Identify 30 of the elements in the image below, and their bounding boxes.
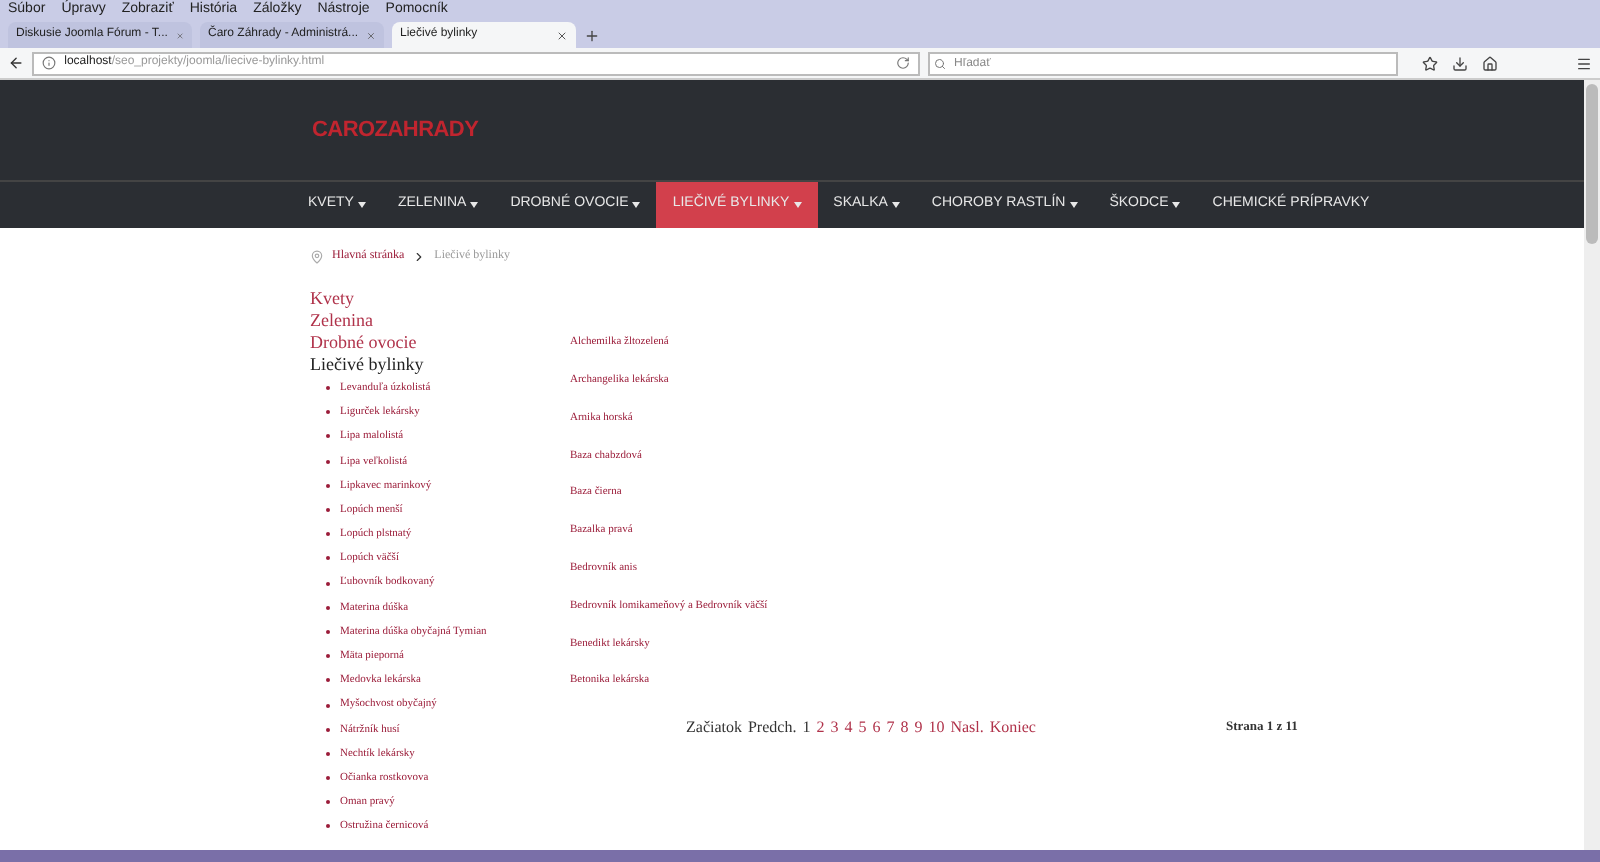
download-icon[interactable]	[1452, 55, 1468, 71]
star-icon[interactable]	[1422, 55, 1438, 71]
reload-icon[interactable]	[896, 56, 910, 70]
pagination-link[interactable]: 2	[816, 715, 825, 740]
pagination-link[interactable]: 3	[830, 715, 839, 740]
pagination-link[interactable]: Koniec	[989, 715, 1036, 740]
category-link[interactable]: Drobné ovocie	[310, 332, 570, 354]
chevron-icon	[412, 249, 427, 263]
pagination-link[interactable]: 6	[872, 715, 881, 740]
pagination-link[interactable]: 9	[914, 715, 923, 740]
pagination-link: Začiatok	[686, 715, 742, 740]
category-link[interactable]: Liečivé bylinky	[310, 354, 570, 376]
pagination-link[interactable]: 10	[928, 715, 945, 740]
pagination-link[interactable]: 7	[886, 715, 895, 740]
pagination-link[interactable]: Nasl.	[950, 715, 984, 740]
pagination-link: 1	[802, 715, 811, 740]
menu-icon[interactable]	[1576, 55, 1592, 71]
pagination-link[interactable]: 4	[844, 715, 853, 740]
info-icon	[42, 56, 57, 70]
close-icon[interactable]	[556, 29, 568, 41]
category-link[interactable]: Kvety	[310, 288, 570, 310]
category-link[interactable]: Zelenina	[310, 310, 570, 332]
pagination-link[interactable]: 8	[900, 715, 909, 740]
back-icon[interactable]	[8, 54, 25, 72]
search-icon	[934, 57, 946, 69]
home-icon[interactable]	[1482, 55, 1498, 71]
location-icon	[310, 249, 324, 263]
pagination-link: Predch.	[747, 715, 797, 740]
pagination-link[interactable]: 5	[858, 715, 867, 740]
new-tab-icon[interactable]	[584, 28, 600, 44]
